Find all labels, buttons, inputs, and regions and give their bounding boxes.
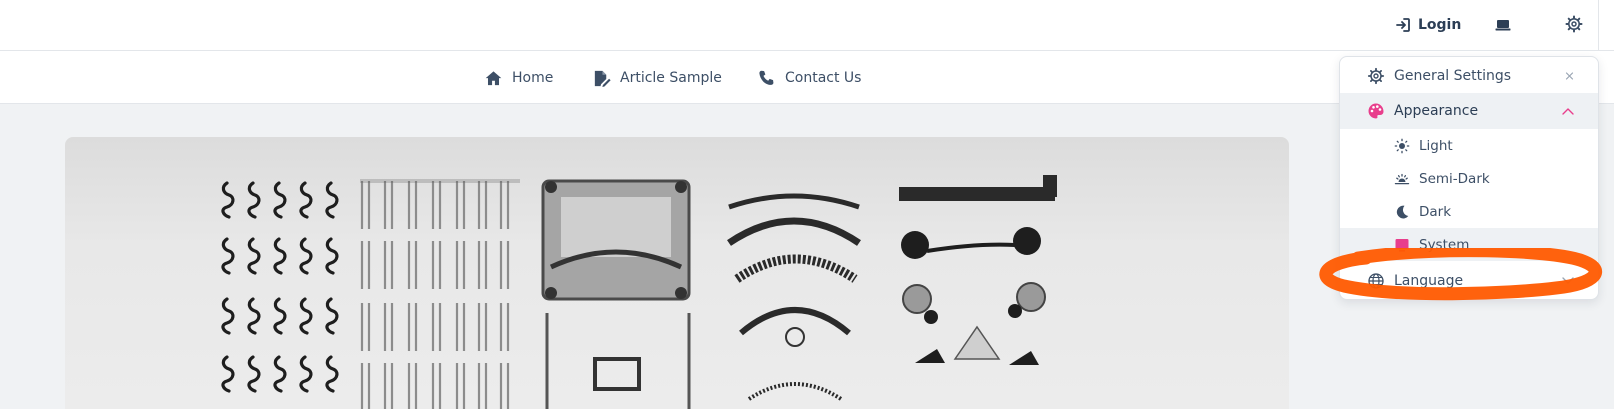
hero-image [65, 137, 1289, 409]
theme-option-semi-dark[interactable]: Semi-Dark [1340, 162, 1598, 195]
login-label: Login [1418, 17, 1462, 33]
general-settings-item[interactable]: General Settings [1340, 58, 1598, 93]
gear-icon[interactable] [1565, 15, 1583, 33]
close-icon[interactable] [1565, 71, 1574, 80]
theme-option-light[interactable]: Light [1340, 129, 1598, 162]
edit-document-icon [594, 70, 611, 87]
gear-icon [1367, 67, 1385, 84]
theme-system-label: System [1419, 236, 1470, 253]
top-bar-divider [1598, 0, 1614, 51]
monitor-icon [1395, 238, 1409, 252]
general-settings-label: General Settings [1394, 67, 1512, 84]
theme-option-dark[interactable]: Dark [1340, 195, 1598, 228]
theme-light-label: Light [1419, 137, 1453, 154]
theme-option-system[interactable]: System [1340, 228, 1598, 261]
moon-icon [1396, 205, 1409, 218]
laptop-icon[interactable] [1494, 16, 1512, 34]
phone-icon [759, 70, 774, 85]
settings-dropdown: General Settings Appearance Light Semi-D… [1339, 56, 1599, 300]
login-icon [1396, 18, 1410, 32]
nav-article-sample[interactable]: Article Sample [592, 66, 722, 90]
sunrise-icon [1394, 173, 1410, 184]
palette-icon [1368, 103, 1384, 119]
appearance-label: Appearance [1394, 103, 1479, 119]
appearance-item[interactable]: Appearance [1340, 93, 1598, 129]
login-button[interactable]: Login [1395, 12, 1461, 38]
typewriter-parts-illustration [221, 175, 1057, 409]
chevron-up-icon[interactable] [1562, 107, 1574, 115]
top-bar: Login [0, 0, 1614, 51]
nav-article-label: Article Sample [620, 70, 722, 86]
globe-icon [1368, 272, 1384, 289]
language-item[interactable]: Language [1340, 262, 1598, 299]
theme-dark-label: Dark [1419, 203, 1452, 220]
nav-contact-label: Contact Us [785, 70, 862, 86]
nav-home-label: Home [512, 70, 554, 86]
nav-home[interactable]: Home [484, 66, 553, 90]
nav-contact-us[interactable]: Contact Us [757, 66, 861, 90]
language-label: Language [1394, 272, 1464, 289]
home-icon [485, 70, 502, 85]
chevron-down-icon[interactable] [1562, 276, 1574, 285]
sun-icon [1394, 138, 1410, 153]
theme-semi-dark-label: Semi-Dark [1419, 170, 1490, 187]
